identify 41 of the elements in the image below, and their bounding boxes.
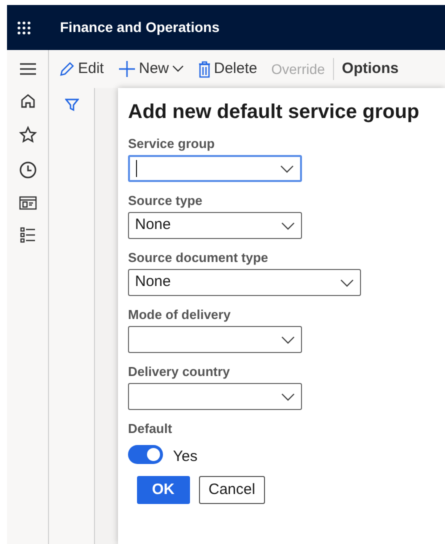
dialog-title: Add new default service group (128, 100, 420, 124)
pencil-icon (59, 61, 75, 77)
field-value: None (135, 215, 171, 236)
chevron-down-icon (281, 222, 295, 230)
toggle-switch[interactable] (128, 444, 163, 464)
chevron-down-icon (280, 164, 294, 172)
field-label: Default (128, 421, 174, 437)
ok-button[interactable]: OK (137, 476, 190, 504)
dropdown-field[interactable] (128, 326, 302, 353)
menu-icon[interactable] (18, 62, 36, 76)
trash-icon (198, 60, 211, 78)
toolbar-button[interactable]: Edit (59, 58, 104, 80)
field-label: Delivery country (128, 364, 231, 380)
app-launcher-icon[interactable] (17, 20, 31, 34)
toolbar-button[interactable]: Delete (198, 58, 258, 80)
field-label: Mode of delivery (128, 307, 232, 323)
options-menu[interactable]: Options (342, 58, 399, 80)
dropdown-field[interactable] (128, 155, 302, 182)
list-icon[interactable] (20, 227, 36, 243)
field-label: Service group (128, 136, 216, 152)
field-value: None (135, 272, 171, 292)
chevron-down-icon (340, 278, 354, 286)
text-cursor (136, 160, 137, 177)
chevron-down-icon (281, 392, 295, 400)
field-label: Source type (128, 193, 204, 209)
chevron-down-icon (281, 336, 295, 344)
field-label: Source document type (128, 250, 270, 266)
clock-icon[interactable] (18, 161, 36, 179)
dropdown-field[interactable]: None (128, 212, 302, 239)
app-title: Finance and Operations (60, 18, 220, 37)
toolbar-button[interactable]: New (118, 58, 184, 80)
toggle-text: Yes (173, 448, 198, 466)
dropdown-field[interactable]: None (128, 269, 361, 296)
plus-icon (118, 60, 136, 78)
filter-icon[interactable] (64, 98, 78, 112)
home-icon[interactable] (20, 93, 36, 109)
chevron-down-icon (172, 65, 184, 73)
cancel-button[interactable]: Cancel (198, 476, 266, 504)
star-icon[interactable] (18, 126, 36, 144)
dropdown-field[interactable] (128, 383, 302, 410)
workspace-icon[interactable] (18, 196, 36, 210)
